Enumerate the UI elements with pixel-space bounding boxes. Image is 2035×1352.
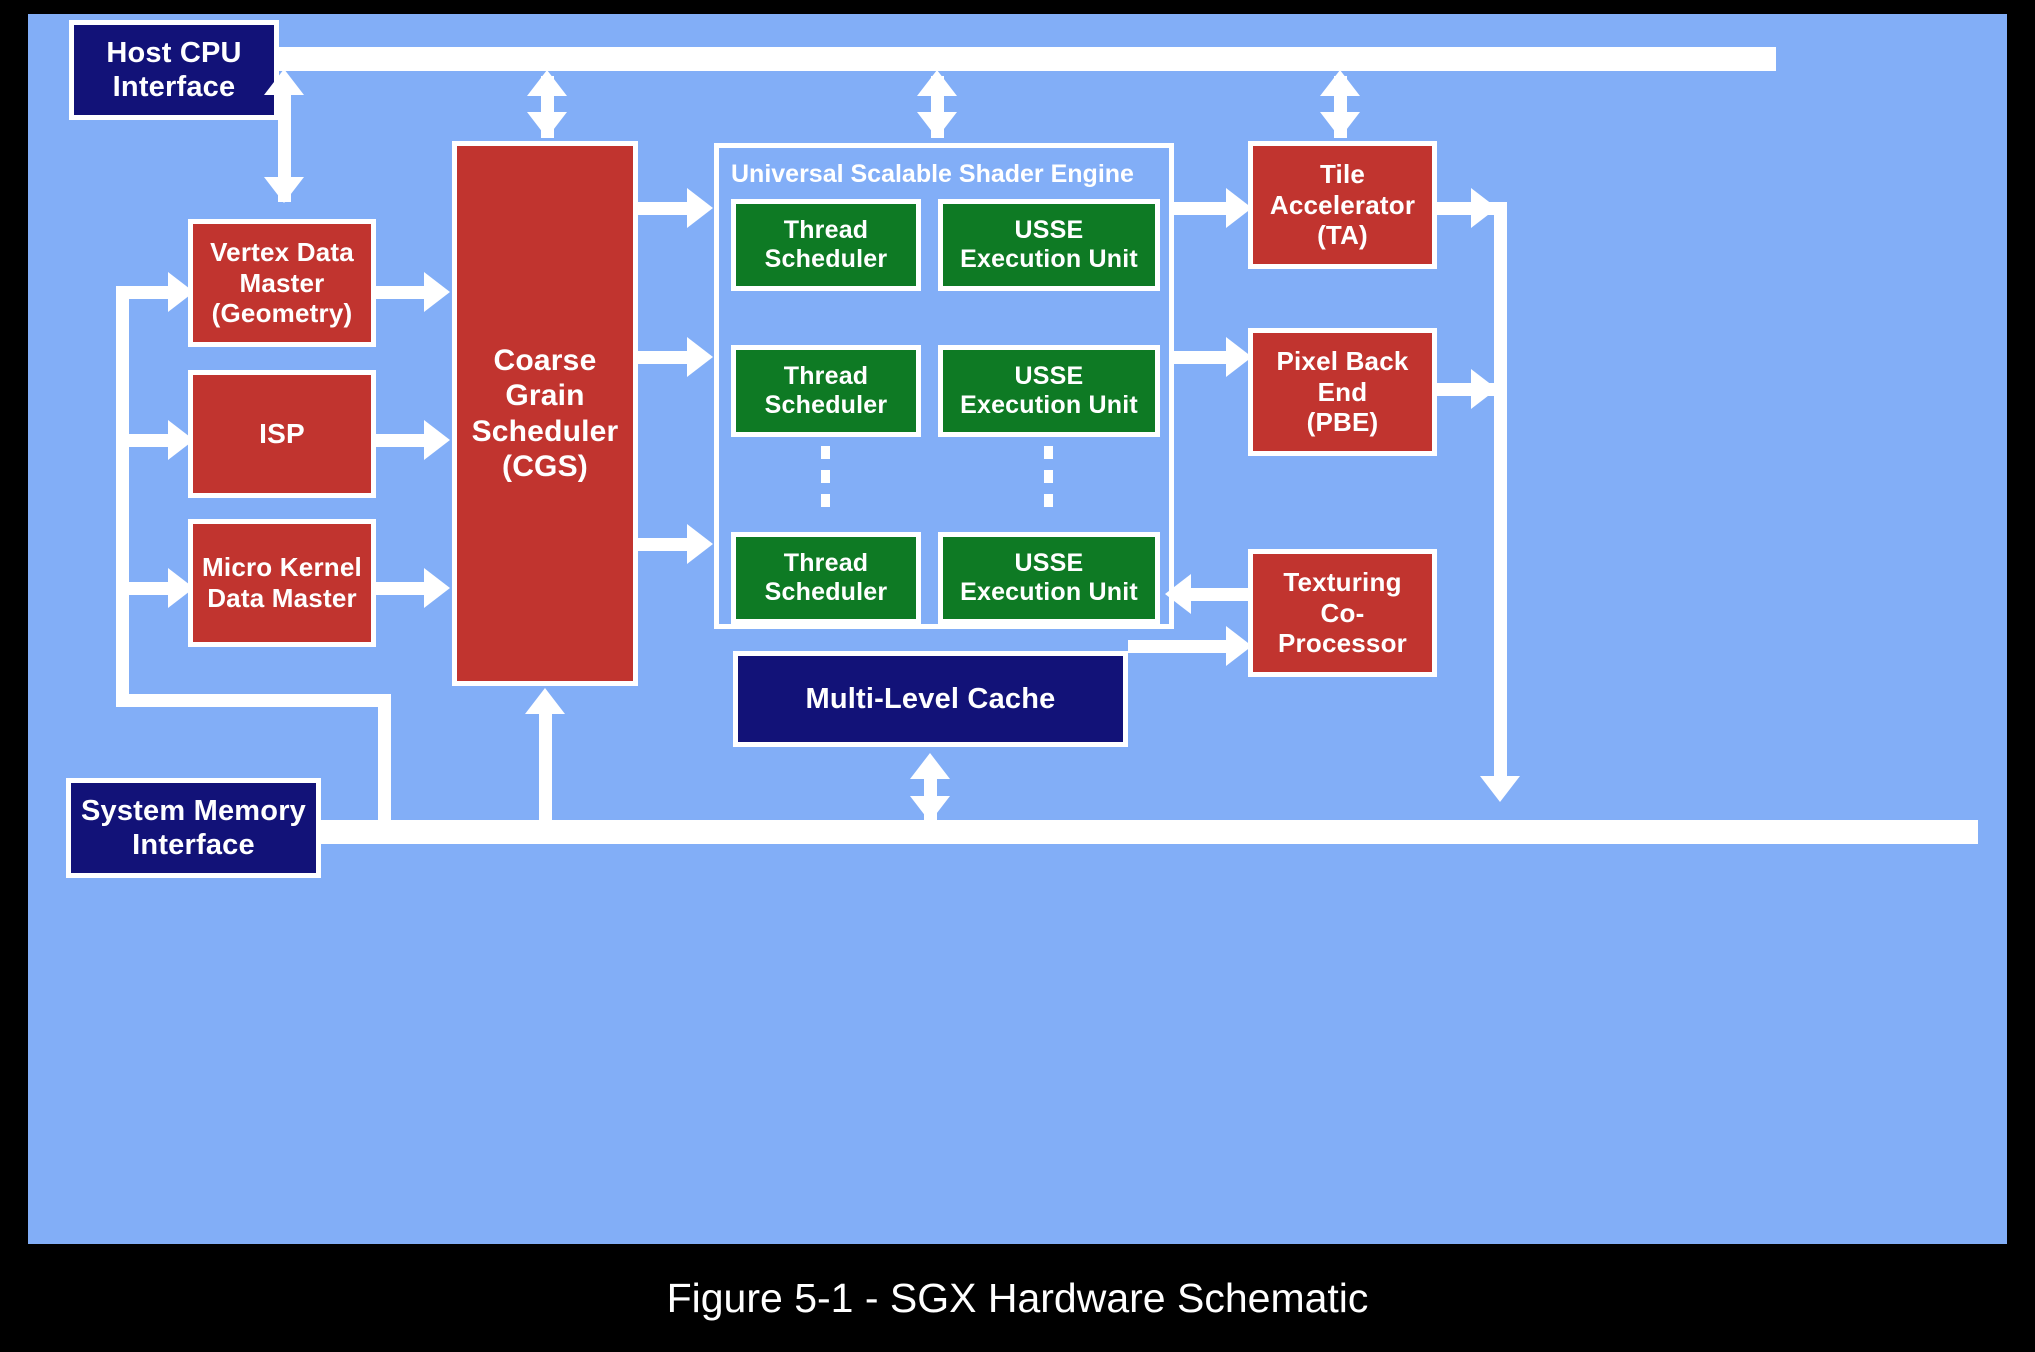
ellipsis-dots-execution-column [1044, 446, 1053, 518]
block-coarse-grain-scheduler[interactable]: Coarse Grain Scheduler (CGS) [452, 141, 638, 686]
thread-scheduler-1-line2: Scheduler [764, 245, 888, 273]
usse-execution-unit-2-line2: Execution Unit [960, 391, 1138, 419]
arrow-right-isp-to-cgs [424, 420, 450, 460]
block-thread-scheduler-3[interactable]: Thread Scheduler [731, 532, 921, 624]
cgs-line4: (CGS) [502, 449, 588, 483]
block-thread-scheduler-1[interactable]: Thread Scheduler [731, 199, 921, 291]
system-memory-interface-line2: Interface [132, 829, 255, 861]
arrow-down-right-rail-to-memory-bus [1480, 776, 1520, 802]
wire-cgs-to-usse-row1 [638, 202, 693, 215]
block-pixel-back-end[interactable]: Pixel Back End (PBE) [1248, 328, 1437, 456]
tile-accelerator-line2: Accelerator [1269, 189, 1416, 220]
host-cpu-interface-line1: Host CPU [106, 36, 242, 69]
block-isp[interactable]: ISP [188, 370, 376, 498]
memory-rail-vertical [116, 286, 129, 706]
wire-vdm-to-cgs [376, 286, 430, 299]
block-thread-scheduler-2[interactable]: Thread Scheduler [731, 345, 921, 437]
right-rail-vertical [1494, 202, 1507, 792]
pixel-back-end-line2: End [1317, 376, 1368, 407]
thread-scheduler-1-line1: Thread [783, 215, 869, 244]
arrow-right-cgs-to-usse-row3 [687, 524, 713, 564]
block-usse-execution-unit-3[interactable]: USSE Execution Unit [938, 532, 1160, 624]
arrow-down-hostbus-ta [1320, 112, 1360, 138]
memory-bus-horizontal [290, 820, 1978, 844]
host-cpu-interface-line2: Interface [112, 71, 236, 103]
texturing-co-processor-line3: Processor [1278, 628, 1407, 659]
arrow-up-hostbus-ta [1320, 70, 1360, 96]
wire-cache-to-texturing [1128, 640, 1232, 653]
vertex-data-master-line2: Master [239, 267, 325, 298]
wire-mkdm-to-cgs [376, 582, 430, 595]
vertex-data-master-line3: (Geometry) [211, 298, 353, 329]
wire-isp-to-cgs [376, 434, 430, 447]
arrow-right-vdm-to-cgs [424, 272, 450, 312]
arrow-up-hostbus-usse [917, 70, 957, 96]
wire-cgs-to-usse-row3 [638, 538, 693, 551]
arrow-left-texturing-to-usse [1165, 574, 1191, 614]
wire-usse-to-tile-accelerator [1174, 202, 1232, 215]
micro-kernel-data-master-line2: Data Master [207, 583, 357, 613]
cgs-line3: Scheduler [471, 414, 619, 448]
usse-execution-unit-1-line2: Execution Unit [960, 245, 1138, 273]
texturing-co-processor-line1: Texturing [1283, 566, 1402, 597]
ellipsis-dots-scheduler-column [821, 446, 830, 518]
block-multi-level-cache[interactable]: Multi-Level Cache [733, 651, 1128, 747]
micro-kernel-data-master-line1: Micro Kernel [202, 552, 362, 583]
wire-cgs-to-usse-row2 [638, 351, 693, 364]
figure-caption: Figure 5-1 - SGX Hardware Schematic [0, 1244, 2035, 1352]
arrow-up-hostbus-cgs [527, 70, 567, 96]
cgs-line1: Coarse [493, 343, 597, 377]
figure-root: Host CPU Interface Vertex Data Master (G… [0, 0, 2035, 1352]
tile-accelerator-line3: (TA) [1317, 220, 1368, 251]
system-memory-interface-line1: System Memory [80, 794, 307, 827]
pixel-back-end-line3: (PBE) [1306, 407, 1379, 438]
vertex-data-master-line1: Vertex Data [210, 236, 354, 267]
cgs-line2: Grain [505, 379, 585, 413]
memory-rail-drop-to-bus [378, 694, 391, 824]
block-usse-execution-unit-1[interactable]: USSE Execution Unit [938, 199, 1160, 291]
usse-execution-unit-3-line2: Execution Unit [960, 578, 1138, 606]
wire-usse-to-pixel-back-end [1174, 351, 1232, 364]
arrow-right-cgs-to-usse-row2 [687, 337, 713, 377]
usse-execution-unit-1-line1: USSE [1014, 215, 1084, 244]
arrow-right-cgs-to-usse-row1 [687, 188, 713, 228]
usse-group-title: Universal Scalable Shader Engine [731, 160, 1134, 188]
thread-scheduler-3-line2: Scheduler [764, 578, 888, 606]
isp-label: ISP [259, 418, 305, 450]
arrow-down-to-vertex-data-master [264, 177, 304, 203]
block-texturing-co-processor[interactable]: Texturing Co- Processor [1248, 549, 1437, 677]
usse-execution-unit-3-line1: USSE [1014, 548, 1084, 577]
diagram-canvas: Host CPU Interface Vertex Data Master (G… [28, 14, 2007, 1244]
memory-rail-bottom-horizontal [116, 694, 391, 707]
block-micro-kernel-data-master[interactable]: Micro Kernel Data Master [188, 519, 376, 647]
host-bus-horizontal [236, 47, 1776, 71]
arrow-right-cache-to-texturing [1226, 626, 1252, 666]
texturing-co-processor-line2: Co- [1320, 597, 1365, 628]
tile-accelerator-line1: Tile [1319, 158, 1366, 189]
block-usse-execution-unit-2[interactable]: USSE Execution Unit [938, 345, 1160, 437]
arrow-up-to-host-bus [264, 69, 304, 95]
thread-scheduler-2-line1: Thread [783, 361, 869, 390]
block-host-cpu-interface[interactable]: Host CPU Interface [69, 20, 279, 120]
usse-execution-unit-2-line1: USSE [1014, 361, 1084, 390]
arrow-down-hostbus-cgs [527, 112, 567, 138]
arrow-up-rail-to-cgs [525, 688, 565, 714]
block-vertex-data-master[interactable]: Vertex Data Master (Geometry) [188, 219, 376, 347]
wire-texturing-to-usse [1191, 588, 1249, 601]
pixel-back-end-line1: Pixel Back [1276, 345, 1409, 376]
figure-caption-text: Figure 5-1 - SGX Hardware Schematic [666, 1274, 1369, 1321]
block-system-memory-interface[interactable]: System Memory Interface [66, 778, 321, 878]
block-tile-accelerator[interactable]: Tile Accelerator (TA) [1248, 141, 1437, 269]
arrow-down-cache-memory-bus [910, 796, 950, 822]
multi-level-cache-label: Multi-Level Cache [805, 682, 1056, 715]
thread-scheduler-3-line1: Thread [783, 548, 869, 577]
arrow-up-cache-memory-bus [910, 753, 950, 779]
arrow-right-mkdm-to-cgs [424, 568, 450, 608]
arrow-down-hostbus-usse [917, 112, 957, 138]
wire-rail-up-to-cgs [539, 714, 552, 826]
thread-scheduler-2-line2: Scheduler [764, 391, 888, 419]
